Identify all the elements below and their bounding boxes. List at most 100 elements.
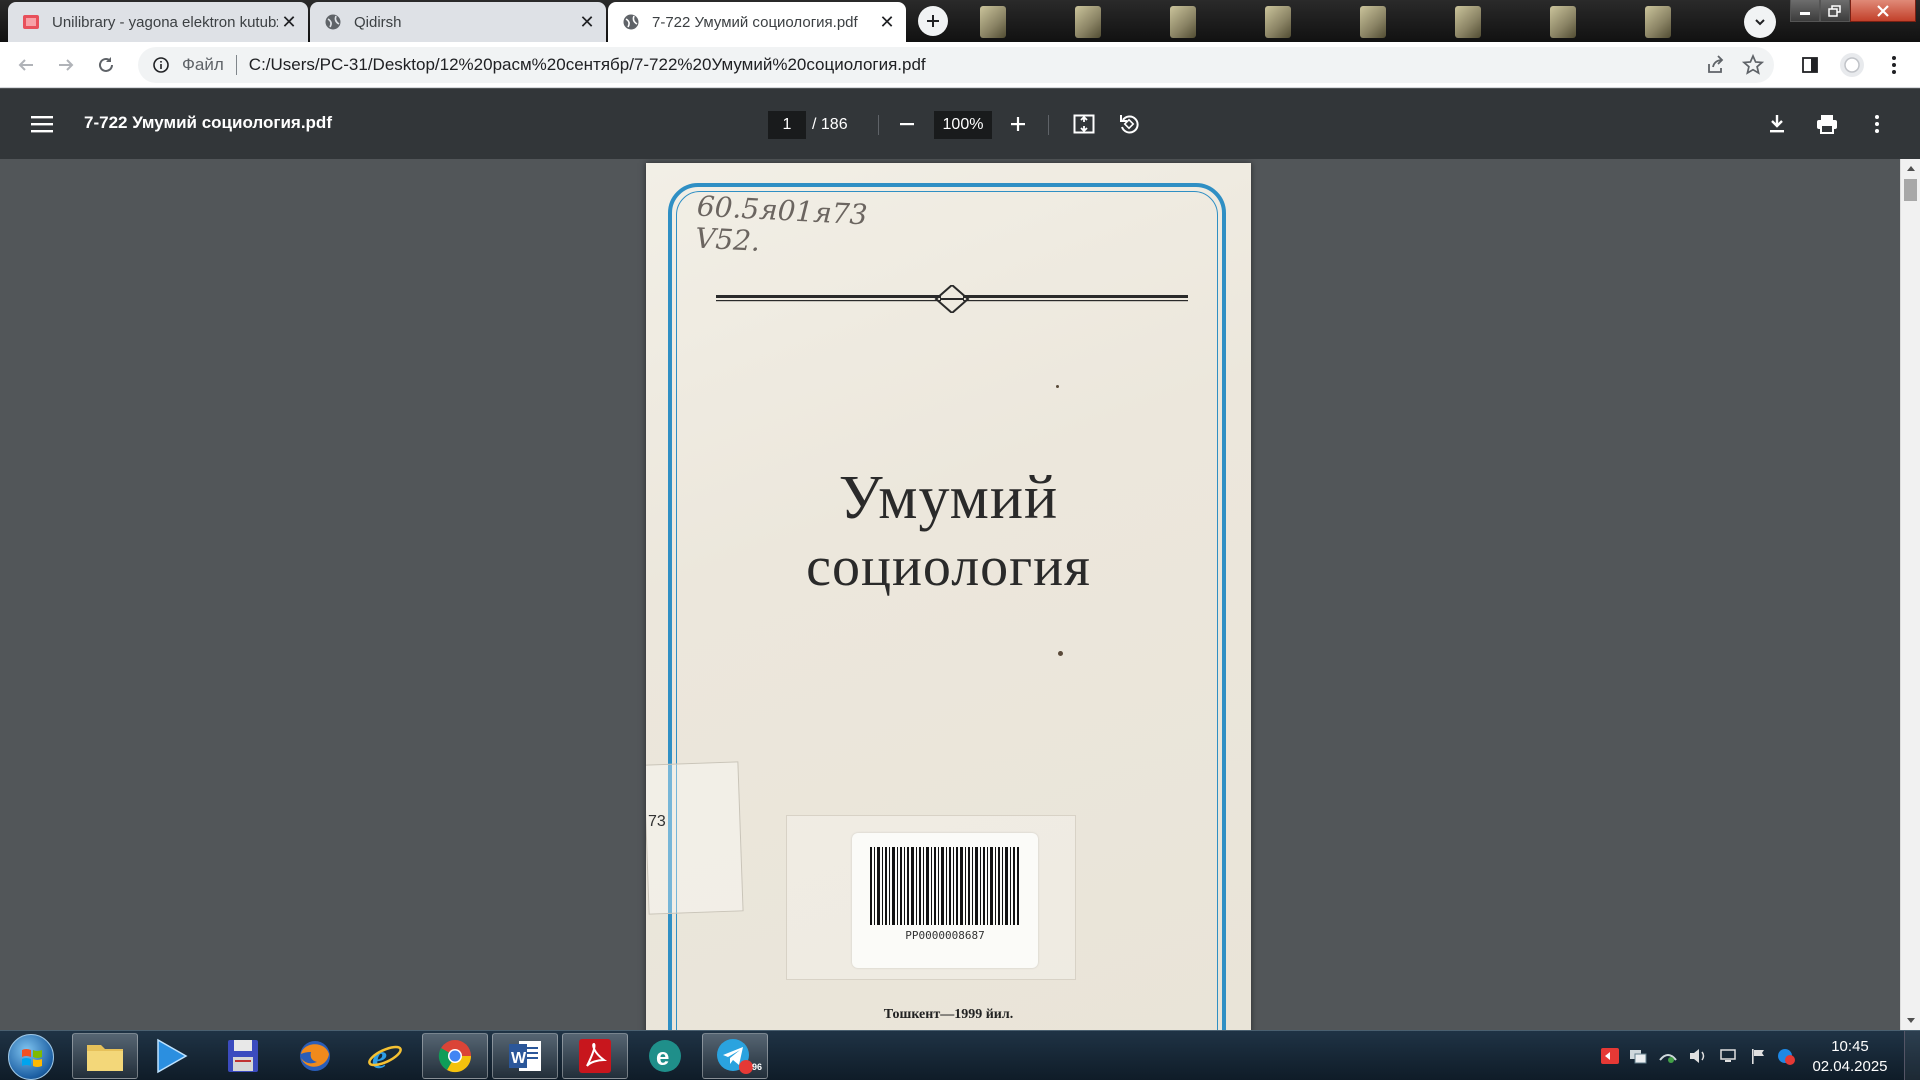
decorative-ornament	[716, 285, 1188, 313]
acrobat-icon	[579, 1039, 611, 1073]
volume-icon[interactable]	[1688, 1046, 1708, 1066]
tray-red-app-icon[interactable]	[1600, 1046, 1620, 1066]
minimize-button[interactable]	[1790, 0, 1820, 22]
pdf-title: 7-722 Умумий социология.pdf	[84, 113, 332, 132]
telegram-badge: 96	[752, 1062, 763, 1072]
unilibrary-icon	[22, 13, 40, 31]
scrollbar-thumb[interactable]	[1904, 179, 1917, 201]
handwritten-shelfmark: 60.5я01я73 V52.	[694, 189, 869, 258]
restore-button[interactable]	[1820, 0, 1850, 22]
more-actions-icon[interactable]	[1862, 109, 1892, 139]
taskbar-save-app[interactable]	[210, 1033, 276, 1079]
taskbar-acrobat[interactable]	[562, 1033, 628, 1079]
share-icon[interactable]	[1704, 54, 1726, 76]
devices-icon[interactable]	[1718, 1046, 1738, 1066]
word-icon: W	[509, 1041, 541, 1071]
network-icon[interactable]	[1658, 1046, 1678, 1066]
page-number-input[interactable]	[768, 111, 806, 139]
wallpaper-tile	[1645, 6, 1671, 38]
start-button[interactable]	[8, 1034, 54, 1080]
tray-notification-icon[interactable]	[1776, 1046, 1796, 1066]
bookmark-star-icon[interactable]	[1741, 53, 1765, 76]
wallpaper-tile	[1360, 6, 1386, 38]
wallpaper-tile	[1075, 6, 1101, 38]
floppy-disk-icon	[228, 1040, 258, 1072]
chrome-icon	[438, 1040, 472, 1073]
windows-taskbar: e W e 96 10:45 02.04.2025	[0, 1030, 1920, 1080]
url-text[interactable]: C:/Users/PC-31/Desktop/12%20расм%20сентя…	[249, 55, 926, 75]
pdf-viewer-area[interactable]: 60.5я01я73 V52. Умумий социология 73 PP0…	[0, 159, 1920, 1030]
toolbar-divider	[878, 115, 879, 135]
tab-title: Qidirsh	[354, 13, 402, 31]
folder-icon	[87, 1045, 123, 1071]
taskbar-telegram[interactable]: 96	[702, 1033, 768, 1079]
globe-icon	[324, 13, 342, 31]
globe-icon	[622, 13, 640, 31]
chrome-menu-icon[interactable]	[1880, 51, 1908, 79]
show-desktop-button[interactable]	[1904, 1031, 1920, 1080]
close-tab-icon[interactable]: ✕	[278, 11, 300, 33]
info-icon[interactable]	[150, 54, 172, 76]
new-tab-button[interactable]	[918, 6, 948, 36]
tab-title: Unilibrary - yagona elektron kutubxona	[52, 13, 278, 31]
taskbar-e-app[interactable]: e	[632, 1033, 698, 1079]
windows-logo-icon	[22, 1049, 42, 1067]
taskbar-word[interactable]: W	[492, 1033, 558, 1079]
tab-unilibrary[interactable]: Unilibrary - yagona elektron kutubxona ✕	[8, 2, 308, 42]
book-title-line-2: социология	[806, 536, 1091, 598]
tab-pdf[interactable]: 7-722 Умумий социология.pdf ✕	[608, 2, 906, 42]
system-clock[interactable]: 10:45 02.04.2025	[1812, 1037, 1888, 1077]
toolbar-divider	[1048, 115, 1049, 135]
address-bar[interactable]: Файл C:/Users/PC-31/Desktop/12%20расм%20…	[138, 47, 1774, 83]
taskbar-media-player[interactable]	[138, 1033, 204, 1079]
sidebar-menu-icon[interactable]	[28, 111, 56, 137]
barcode-label: PP0000008687	[852, 833, 1038, 968]
rotate-icon[interactable]	[1114, 109, 1144, 139]
tab-search-button[interactable]	[1744, 6, 1776, 38]
fit-to-page-icon[interactable]	[1069, 109, 1099, 139]
profile-avatar-icon[interactable]	[1838, 51, 1866, 79]
close-window-button[interactable]	[1850, 0, 1916, 22]
e-app-icon: e	[649, 1040, 681, 1072]
library-sticker-number: 73	[648, 813, 666, 830]
forward-button[interactable]	[52, 51, 80, 79]
publisher-line: Тошкент—1999 йил.	[883, 1007, 1014, 1022]
back-button[interactable]	[12, 51, 40, 79]
taskbar-internet-explorer[interactable]: e	[352, 1033, 418, 1079]
close-tab-icon[interactable]: ✕	[576, 11, 598, 33]
download-icon[interactable]	[1762, 109, 1792, 139]
svg-text:e: e	[656, 1044, 669, 1071]
firefox-icon	[300, 1041, 330, 1071]
svg-text:W: W	[511, 1050, 527, 1067]
reload-button[interactable]	[92, 51, 120, 79]
zoom-out-button[interactable]	[892, 109, 922, 139]
pdf-page: 60.5я01я73 V52. Умумий социология 73 PP0…	[646, 163, 1251, 1030]
side-panel-icon[interactable]	[1796, 51, 1824, 79]
scroll-up-arrow-icon[interactable]	[1901, 159, 1920, 177]
print-icon[interactable]	[1812, 109, 1842, 139]
vertical-scrollbar[interactable]	[1900, 159, 1920, 1030]
action-center-flag-icon[interactable]	[1748, 1046, 1768, 1066]
play-icon	[157, 1038, 188, 1074]
tab-title: 7-722 Умумий социология.pdf	[652, 13, 858, 31]
library-sticker	[646, 761, 744, 915]
scroll-down-arrow-icon[interactable]	[1901, 1012, 1920, 1030]
close-tab-icon[interactable]: ✕	[876, 11, 898, 33]
taskbar-chrome[interactable]	[422, 1033, 488, 1079]
taskbar-explorer[interactable]	[72, 1033, 138, 1079]
tray-display-icon[interactable]	[1628, 1046, 1648, 1066]
barcode-number: PP0000008687	[905, 929, 985, 942]
zoom-input[interactable]	[934, 111, 992, 139]
clock-time: 10:45	[1831, 1038, 1869, 1055]
zoom-in-button[interactable]	[1003, 109, 1033, 139]
wallpaper-tile	[1455, 6, 1481, 38]
taskbar-firefox[interactable]	[282, 1033, 348, 1079]
page-total: / 186	[812, 116, 848, 133]
tab-qidirsh[interactable]: Qidirsh ✕	[310, 2, 606, 42]
wallpaper-tile	[1170, 6, 1196, 38]
telegram-icon	[717, 1039, 753, 1074]
omnibox-separator	[235, 55, 237, 75]
wallpaper-tile	[980, 6, 1006, 38]
stain-spot	[1056, 385, 1059, 388]
tab-strip: Unilibrary - yagona elektron kutubxona ✕…	[0, 0, 1920, 42]
